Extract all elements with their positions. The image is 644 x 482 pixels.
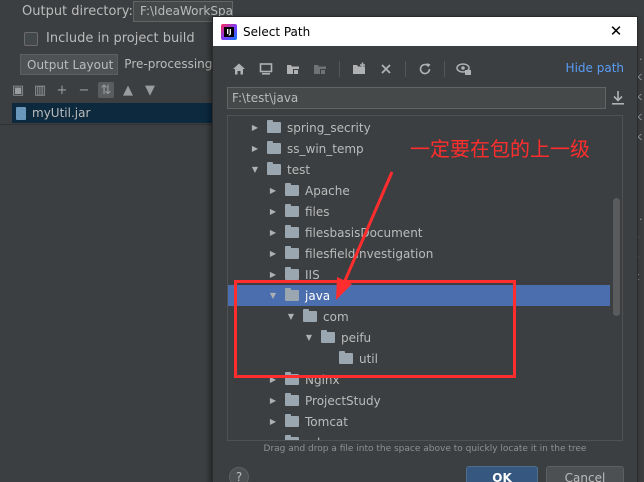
add-icon[interactable]: + [54,82,70,98]
annotation-text: 一定要在包的上一级 [410,137,590,161]
sort-icon[interactable]: ⇅ [98,82,114,98]
tree-node-label: test [287,162,311,177]
chevron-right-icon[interactable]: ▶ [268,396,278,406]
close-button[interactable]: ✕ [607,22,625,40]
path-input[interactable]: F:\test\java [227,87,606,109]
folder-icon [285,435,299,440]
tree-node-label: Apache [305,183,350,198]
move-up-icon[interactable]: ▲ [120,82,136,98]
toolbar-separator [339,61,340,77]
ok-button[interactable]: OK [466,466,538,482]
folder-icon [267,141,281,154]
archive-icon[interactable]: ▥ [32,82,48,98]
include-in-build-checkbox[interactable] [24,31,38,46]
folder-icon [285,267,299,280]
new-folder-icon[interactable] [351,61,367,77]
tree-scrollbar[interactable] [613,198,620,316]
delete-icon[interactable] [378,61,394,77]
folder-icon [267,120,281,133]
remove-icon[interactable]: − [76,82,92,98]
hide-path-link[interactable]: Hide path [566,61,624,75]
tree-node[interactable]: ▶ files [228,201,610,222]
chevron-right-icon[interactable]: ▶ [268,207,278,217]
folder-icon [285,225,299,238]
jar-icon [16,106,26,120]
project-folder-icon[interactable] [285,61,301,77]
folder-icon [285,414,299,427]
help-button[interactable]: ? [229,467,249,482]
folder-icon [285,204,299,217]
layout-tree-item[interactable]: myUtil.jar [12,103,212,123]
tree-node[interactable]: ▶ filesbasisDocument [228,222,610,243]
folder-icon [285,183,299,196]
artifact-tabs: Output Layout Pre-processing [20,54,216,75]
include-in-build-option[interactable]: Include in project build [24,31,195,46]
chevron-down-icon[interactable]: ▼ [250,165,260,175]
tree-node-label: filesfieldInvestigation [305,246,434,261]
jar-label: myUtil.jar [32,106,91,120]
new-folder-icon[interactable]: ▣ [10,82,26,98]
tree-node-label: udsp [305,436,334,441]
chevron-right-icon[interactable]: ▶ [268,186,278,196]
tree-node-label: spring_secrity [287,120,371,135]
intellij-logo-icon: IJ [221,23,237,40]
home-icon[interactable] [231,61,247,77]
output-directory-label: Output directory: [22,4,133,19]
refresh-icon[interactable] [417,61,433,77]
dialog-title: Select Path [243,24,311,39]
download-icon[interactable] [611,90,625,106]
tree-node[interactable]: ▼ test [228,159,610,180]
chevron-right-icon[interactable]: ▶ [268,270,278,280]
tree-node[interactable]: ▶ Apache [228,180,610,201]
move-down-icon[interactable]: ▼ [142,82,158,98]
module-folder-icon[interactable] [312,61,328,77]
tab-output-layout[interactable]: Output Layout [20,54,119,75]
toolbar-separator [405,61,406,77]
toolbar-separator [444,61,445,77]
chevron-right-icon[interactable]: ▶ [268,417,278,427]
tree-node-label: ProjectStudy [305,393,381,408]
tree-node-label: ss_win_temp [287,141,364,156]
tab-pre-processing[interactable]: Pre-processing [118,54,216,75]
tree-node-label: files [305,204,330,219]
chevron-right-icon[interactable]: ▶ [250,144,260,154]
chevron-right-icon[interactable]: ▶ [250,123,260,133]
chevron-right-icon[interactable]: ▶ [268,438,278,440]
folder-icon [285,246,299,259]
tree-node[interactable]: ▶ filesfieldInvestigation [228,243,610,264]
divider [0,124,212,125]
tree-node-label: Tomcat [305,414,348,429]
annotation-highlight-box [234,280,516,378]
chevron-right-icon[interactable]: ▶ [268,228,278,238]
folder-icon [267,162,281,175]
tree-node[interactable]: ▶ udsp [228,432,610,441]
show-hidden-icon[interactable] [456,61,472,77]
desktop-icon[interactable] [258,61,274,77]
select-path-dialog: IJ Select Path ✕ Hide path F:\test\java … [212,16,638,482]
dialog-titlebar[interactable]: IJ Select Path ✕ [213,17,637,46]
dialog-toolbar [231,59,483,79]
tree-node-label: filesbasisDocument [305,225,423,240]
layout-toolbar: ▣ ▥ + − ⇅ ▲ ▼ [10,80,158,100]
directory-tree[interactable]: ▶ spring_secrity ▶ ss_win_temp ▼ test ▶ Apache ▶… [227,115,623,441]
drag-drop-hint: Drag and drop a file into the space abov… [263,444,587,454]
cancel-button[interactable]: Cancel [546,466,624,482]
chevron-right-icon[interactable]: ▶ [268,249,278,259]
folder-icon [285,393,299,406]
tree-node[interactable]: ▶ Tomcat [228,411,610,432]
include-in-build-label: Include in project build [46,31,195,46]
tree-node[interactable]: ▶ ProjectStudy [228,390,610,411]
